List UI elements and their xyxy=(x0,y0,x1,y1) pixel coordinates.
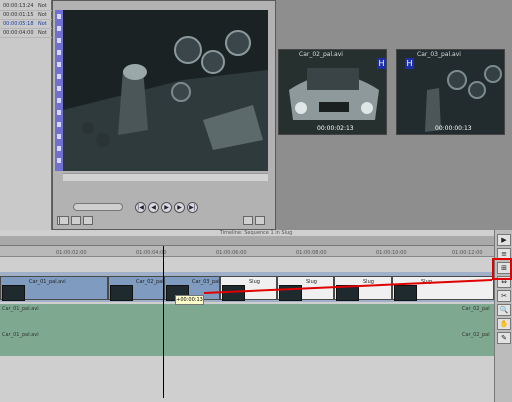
clip-thumbnail-car03[interactable]: Car_03_pal.avi H 00:00:00:13 xyxy=(396,49,505,135)
next-edit-button[interactable]: ▶| xyxy=(187,202,198,213)
browser-row-timecode: 00:00:04:00 xyxy=(3,30,34,36)
insert-button[interactable] xyxy=(59,216,69,225)
thumbnail-marker-icon: H xyxy=(405,58,414,69)
browser-row-timecode: 00:00:01:15 xyxy=(3,12,34,18)
overwrite-button[interactable] xyxy=(71,216,81,225)
mark-out-button[interactable] xyxy=(255,216,265,225)
gear-shift-image xyxy=(63,10,268,171)
sprocket xyxy=(57,38,61,43)
shuttle-slider[interactable] xyxy=(73,203,123,211)
hand-tool-icon[interactable]: ✋ xyxy=(497,318,511,330)
sprocket xyxy=(57,50,61,55)
timeline-window: Timeline: Sequence 1 in Slug 01:00:02:00… xyxy=(0,230,512,402)
razor-tool-icon[interactable]: ✂ xyxy=(497,290,511,302)
sprocket xyxy=(57,62,61,67)
sprocket xyxy=(57,158,61,163)
thumbnail-marker-icon: H xyxy=(377,58,386,69)
sprocket xyxy=(57,134,61,139)
thumbnail-timecode: 00:00:00:13 xyxy=(435,125,472,132)
clip-label: Car_01_pal.avi xyxy=(2,332,39,338)
browser-row-selected[interactable]: 00:00:05:18 Not xyxy=(0,20,52,29)
sprocket xyxy=(57,26,61,31)
sprocket xyxy=(57,146,61,151)
sprocket xyxy=(57,98,61,103)
prev-edit-button[interactable]: |◀ xyxy=(135,202,146,213)
pen-tool-icon[interactable]: ✎ xyxy=(497,332,511,344)
thumbnail-label: Car_03_pal.avi xyxy=(417,51,461,58)
viewer-window: |◀ ◀ ▶ ▶ ▶| xyxy=(52,0,276,230)
browser-row-status: Not xyxy=(38,3,47,9)
browser-row[interactable]: 00:00:13:24 Not xyxy=(0,2,52,11)
browser-row-status: Not xyxy=(38,30,47,36)
selection-tool-icon[interactable]: ▶ xyxy=(497,234,511,246)
play-reverse-button[interactable]: ◀ xyxy=(148,202,159,213)
viewer-video-frame[interactable] xyxy=(63,10,268,171)
audio-clip-a2[interactable]: Car_01_pal.avi Car_02_pal xyxy=(0,330,494,356)
sprocket xyxy=(57,86,61,91)
browser-row-status: Not xyxy=(38,21,47,27)
tool-highlight-box xyxy=(492,258,512,280)
play-button[interactable]: ▶ xyxy=(161,202,172,213)
viewer-filmstrip xyxy=(55,10,63,171)
browser-panel: 00:00:13:24 Not 00:00:01:15 Not 00:00:05… xyxy=(0,0,52,230)
browser-row-status: Not xyxy=(38,12,47,18)
sprocket xyxy=(57,110,61,115)
zoom-tool-icon[interactable]: 🔍 xyxy=(497,304,511,316)
match-frame-button[interactable] xyxy=(243,216,253,225)
viewer-scrubber-bar[interactable] xyxy=(63,173,268,181)
tool-palette: ▶ ≡ ⊞ ⇔ ✂ 🔍 ✋ ✎ xyxy=(494,230,512,402)
sprocket xyxy=(57,122,61,127)
clip-label: Car_02_pal xyxy=(462,332,490,338)
timecode-tooltip: +00:00:13 xyxy=(175,295,204,305)
clip-label: Car_01_pal.avi xyxy=(2,306,39,312)
clip-thumbnail-car02[interactable]: Car_02_pal.avi H 00:00:02:13 xyxy=(278,49,387,135)
browser-row-timecode: 00:00:05:18 xyxy=(3,21,34,27)
thumbnail-label: Car_02_pal.avi xyxy=(299,51,343,58)
browser-row[interactable]: 00:00:01:15 Not xyxy=(0,11,52,20)
sprocket xyxy=(57,14,61,19)
play-forward-button[interactable]: ▶ xyxy=(174,202,185,213)
car-image xyxy=(279,50,386,134)
thumbnail-timecode: 00:00:02:13 xyxy=(317,125,354,132)
sprocket xyxy=(57,74,61,79)
audio-clip-a1[interactable]: Car_01_pal.avi Car_02_pal xyxy=(0,304,494,330)
replace-button[interactable] xyxy=(83,216,93,225)
browser-row[interactable]: 00:00:04:00 Not xyxy=(0,29,52,38)
browser-row-timecode: 00:00:13:24 xyxy=(3,3,34,9)
playhead[interactable] xyxy=(163,246,164,398)
clip-label: Car_02_pal xyxy=(462,306,490,312)
